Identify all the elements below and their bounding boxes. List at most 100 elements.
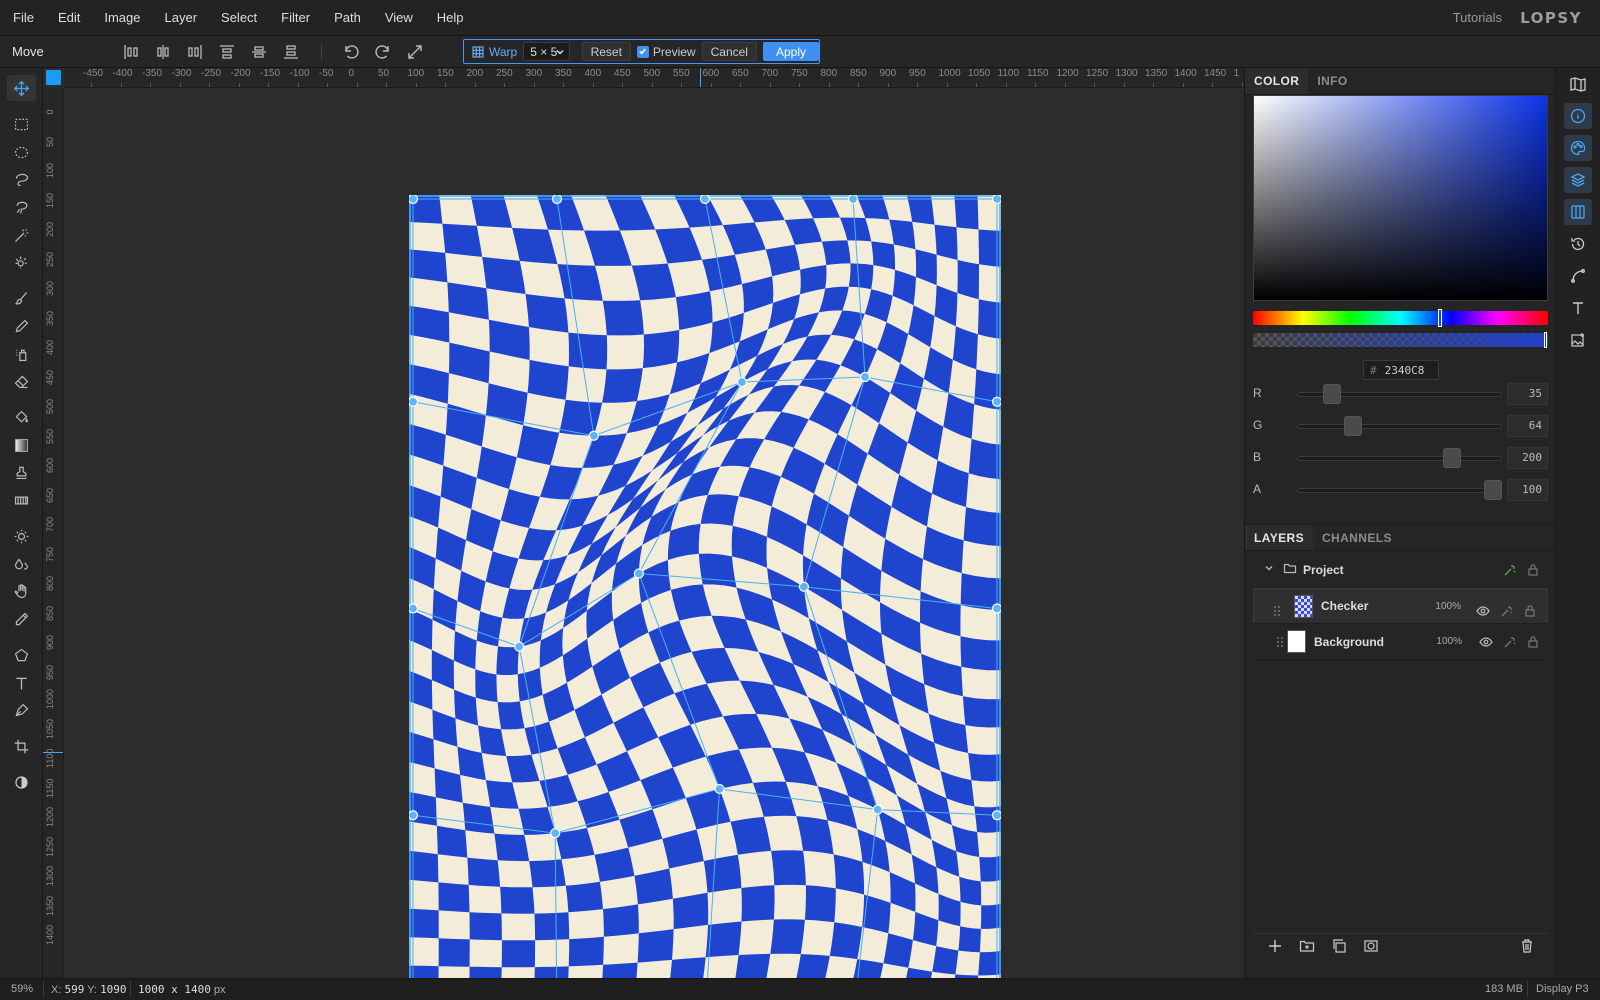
preview-toggle[interactable]: Preview: [636, 45, 696, 59]
history-icon[interactable]: [1564, 231, 1592, 257]
lock-icon[interactable]: [1525, 600, 1541, 617]
warp-mode[interactable]: Warp: [472, 45, 517, 59]
menu-path[interactable]: Path: [321, 0, 372, 36]
chevron-down-icon[interactable]: [1263, 562, 1275, 577]
warp-control-point[interactable]: [409, 603, 419, 614]
dodge-tool[interactable]: [7, 523, 36, 549]
align-center-h-icon[interactable]: [153, 42, 173, 62]
channels-icon[interactable]: [1564, 199, 1592, 225]
shape-tool[interactable]: [7, 642, 36, 668]
tab-color[interactable]: COLOR: [1245, 68, 1309, 94]
align-left-icon[interactable]: [121, 42, 141, 62]
warp-control-point[interactable]: [714, 783, 725, 795]
lock-icon[interactable]: [1526, 635, 1540, 649]
pen-tool[interactable]: [7, 697, 36, 723]
channel-value-input[interactable]: 35: [1507, 383, 1548, 405]
zoom-level[interactable]: 59%: [11, 983, 33, 995]
fill-tool[interactable]: [7, 404, 36, 430]
alpha-slider[interactable]: [1253, 332, 1548, 348]
warp-control-point[interactable]: [409, 396, 419, 407]
menu-select[interactable]: Select: [208, 0, 268, 36]
warp-control-point[interactable]: [736, 376, 748, 388]
layer-row-checker[interactable]: Checker 100%: [1253, 588, 1548, 624]
align-bottom-icon[interactable]: [281, 42, 301, 62]
align-center-v-icon[interactable]: [249, 42, 269, 62]
warp-control-point[interactable]: [699, 195, 711, 205]
reset-button[interactable]: Reset: [581, 42, 631, 61]
preview-checkbox[interactable]: [636, 45, 649, 58]
warp-control-point[interactable]: [514, 641, 525, 652]
canvas-area[interactable]: [64, 88, 1244, 978]
menu-help[interactable]: Help: [424, 0, 475, 36]
menu-file[interactable]: File: [0, 0, 45, 36]
delete-layer-icon[interactable]: [1519, 938, 1539, 958]
pencil-tool[interactable]: [7, 313, 36, 339]
brush-tool[interactable]: [7, 285, 36, 311]
channel-value-input[interactable]: 64: [1507, 415, 1548, 437]
tutorials-link[interactable]: Tutorials: [1453, 10, 1502, 25]
hex-input[interactable]: #2340C8: [1363, 360, 1439, 380]
tab-channels[interactable]: CHANNELS: [1313, 525, 1401, 550]
text-tool[interactable]: [7, 670, 36, 696]
eyedropper-tool[interactable]: [7, 606, 36, 632]
paths-icon[interactable]: [1564, 263, 1592, 289]
stamp-tool[interactable]: [7, 459, 36, 485]
channel-slider-handle[interactable]: [1323, 384, 1342, 404]
channel-value-input[interactable]: 200: [1507, 447, 1548, 469]
channel-slider-handle[interactable]: [1442, 448, 1461, 468]
mask-icon[interactable]: [1363, 938, 1383, 958]
layer-group-row[interactable]: Project: [1253, 552, 1548, 588]
hue-slider-handle[interactable]: [1438, 309, 1442, 327]
hue-slider[interactable]: [1253, 309, 1548, 327]
warp-control-point[interactable]: [872, 804, 883, 815]
grid-size-select[interactable]: 5 × 5: [523, 42, 570, 61]
warp-control-point[interactable]: [550, 828, 561, 839]
redo-icon[interactable]: [373, 42, 393, 62]
warp-control-point[interactable]: [991, 603, 1002, 614]
effects-icon[interactable]: [1503, 563, 1517, 577]
align-top-icon[interactable]: [217, 42, 237, 62]
warp-control-point[interactable]: [991, 396, 1002, 407]
foreground-color-swatch[interactable]: [46, 70, 61, 85]
rect-select-tool[interactable]: [7, 111, 36, 137]
warp-control-point[interactable]: [847, 195, 859, 205]
palette-icon[interactable]: [1564, 135, 1592, 161]
quick-select-tool[interactable]: [7, 249, 36, 275]
alpha-slider-handle[interactable]: [1544, 332, 1547, 348]
move-tool[interactable]: [7, 75, 36, 101]
lasso-tool[interactable]: [7, 166, 36, 192]
cancel-button[interactable]: Cancel: [701, 42, 757, 61]
warp-control-point[interactable]: [859, 371, 871, 383]
gradient-tool[interactable]: [7, 432, 36, 458]
apply-button[interactable]: Apply: [762, 42, 819, 61]
add-layer-icon[interactable]: [1267, 938, 1287, 958]
navigator-icon[interactable]: [1564, 71, 1592, 97]
tab-info[interactable]: INFO: [1308, 68, 1356, 94]
channel-slider-handle[interactable]: [1343, 416, 1362, 436]
eye-icon[interactable]: [1479, 635, 1493, 649]
smudge-tool[interactable]: [7, 551, 36, 577]
eye-icon[interactable]: [1476, 600, 1494, 616]
effects-icon[interactable]: [1503, 635, 1517, 649]
contrast-tool[interactable]: [7, 769, 36, 795]
undo-icon[interactable]: [341, 42, 361, 62]
lock-icon[interactable]: [1526, 563, 1540, 577]
warp-control-point[interactable]: [798, 581, 810, 592]
warp-control-point[interactable]: [991, 810, 1002, 821]
channel-slider[interactable]: [1297, 456, 1502, 461]
channel-slider-handle[interactable]: [1484, 480, 1502, 500]
channel-value-input[interactable]: 100: [1507, 479, 1548, 501]
magnetic-lasso-tool[interactable]: [7, 194, 36, 220]
info-icon[interactable]: [1564, 103, 1592, 129]
document-canvas[interactable]: [409, 195, 1001, 978]
menu-edit[interactable]: Edit: [45, 0, 91, 36]
spray-tool[interactable]: [7, 341, 36, 367]
tab-layers[interactable]: LAYERS: [1245, 525, 1313, 550]
menu-image[interactable]: Image: [91, 0, 151, 36]
warp-control-point[interactable]: [633, 568, 645, 579]
channel-slider[interactable]: [1297, 424, 1502, 429]
warp-control-point[interactable]: [991, 195, 1002, 205]
hand-tool[interactable]: [7, 578, 36, 604]
layer-row-background[interactable]: Background 100%: [1253, 624, 1548, 660]
effects-icon[interactable]: [1501, 600, 1518, 617]
